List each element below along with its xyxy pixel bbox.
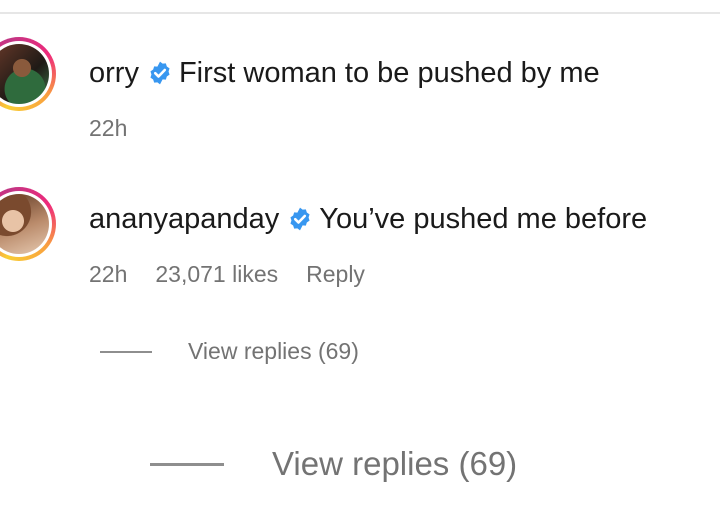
comment-1-line: orry First woman to be pushed by me (89, 55, 600, 91)
replies-dash (100, 350, 152, 353)
top-divider (0, 12, 720, 14)
comment-2-text: You’ve pushed me before (319, 203, 648, 235)
comment-1-text: First woman to be pushed by me (178, 57, 600, 89)
view-replies-label: View replies (69) (188, 338, 359, 364)
comment-1-meta: 22h (89, 114, 155, 142)
comment-2-username[interactable]: ananyapanday (89, 201, 279, 237)
view-replies-zoomed-button[interactable]: View replies (69) (150, 445, 517, 483)
verified-badge-icon (290, 207, 310, 231)
reply-button[interactable]: Reply (306, 260, 365, 288)
comment-2-meta: 22h 23,071 likes Reply (89, 260, 393, 288)
replies-dash-zoomed (150, 462, 224, 466)
view-replies-zoomed-label: View replies (69) (272, 445, 518, 482)
avatar-orry[interactable] (0, 37, 56, 111)
comment-2-likes[interactable]: 23,071 likes (155, 260, 278, 288)
view-replies-button[interactable]: View replies (69) (100, 338, 359, 365)
comment-1-username[interactable]: orry (89, 55, 139, 91)
comment-2-time[interactable]: 22h (89, 260, 127, 288)
comment-1-time[interactable]: 22h (89, 114, 127, 142)
comment-2-line: ananyapanday You’ve pushed me before (89, 201, 647, 237)
avatar-ananyapanday[interactable] (0, 187, 56, 261)
verified-badge-icon (150, 61, 170, 85)
